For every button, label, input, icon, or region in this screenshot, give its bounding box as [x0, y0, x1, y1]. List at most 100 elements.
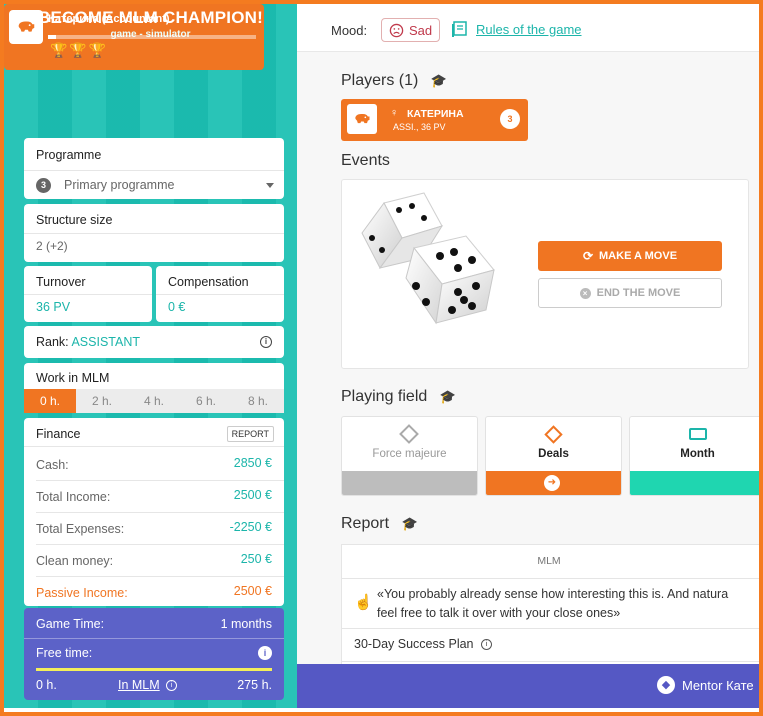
mood-label: Mood: [331, 23, 368, 38]
warning-diamond-icon [399, 424, 419, 444]
rank-value: ASSISTANT [71, 335, 140, 349]
events-panel: ⟳ MAKE A MOVE × END THE MOVE [341, 179, 749, 369]
field-card-label: Force majeure [372, 448, 447, 460]
structure-card: Structure size 2 (+2) [24, 204, 284, 262]
finance-row-total-expenses: Total Expenses: -2250 € [36, 520, 272, 538]
finance-row-cash: Cash: 2850 € [36, 456, 272, 474]
sad-face-icon [389, 23, 404, 37]
graduation-cap-icon: 🎓 [401, 516, 418, 531]
field-card-deals[interactable]: Deals ➜ [485, 416, 622, 496]
events-title: Events [341, 152, 390, 169]
rank-card: Rank: ASSISTANT i [24, 326, 284, 358]
field-card-label: Deals [538, 448, 569, 460]
mood-value: Sad [409, 22, 433, 38]
player-chip-badge: 3 [500, 109, 520, 129]
compensation-label: Compensation [168, 275, 249, 289]
dice-icon [361, 192, 495, 325]
finance-row-value: 2850 € [233, 456, 272, 470]
field-card-force-majeure[interactable]: Force majeure [341, 416, 478, 496]
player-progress [48, 35, 256, 39]
free-time-right: 275 h. [237, 678, 272, 692]
info-icon[interactable]: i [260, 336, 272, 348]
players-title: Players (1) 🎓 [341, 72, 447, 90]
report-panel: MLM ☝ «You probably already sense how in… [341, 544, 759, 664]
finance-row-label: Clean money: [36, 554, 114, 568]
players-title-text: Players (1) [341, 72, 419, 89]
time-panel: Game Time: 1 months Free time: i 0 h. In… [24, 608, 284, 700]
in-mlm-link[interactable]: In MLM i [118, 678, 178, 692]
turnover-label: Turnover [36, 275, 86, 289]
success-plan-row[interactable]: 30-Day Success Plan i [354, 637, 492, 651]
programme-card: Programme 3 Primary programme [24, 138, 284, 199]
work-card: Work in MLM 0 h. 2 h. 4 h. 6 h. 8 h. [24, 363, 284, 413]
work-hours-selector: 0 h. 2 h. 4 h. 6 h. 8 h. [24, 389, 284, 413]
playing-field-title: Playing field 🎓 [341, 388, 456, 406]
compensation-value: 0 € [168, 300, 186, 314]
mood-badge[interactable]: Sad [381, 18, 441, 42]
work-option-2[interactable]: 2 h. [76, 389, 128, 413]
make-move-label: MAKE A MOVE [599, 250, 678, 262]
finance-row-label: Total Income: [36, 490, 111, 504]
end-move-button[interactable]: × END THE MOVE [538, 278, 722, 308]
free-time-bar [36, 668, 272, 671]
chevron-down-icon [266, 183, 274, 188]
report-button[interactable]: REPORT [226, 426, 274, 442]
bottom-bar: ◆ Mentor Кате [297, 664, 759, 708]
programme-value: Primary programme [64, 178, 175, 192]
person-icon: ♀ [390, 107, 399, 119]
field-card-month[interactable]: Month [629, 416, 759, 496]
player-chip-name: КАТЕРИНА [407, 108, 464, 120]
mentor-button[interactable]: ◆ Mentor Кате [657, 676, 754, 694]
programme-select[interactable]: 3 Primary programme [36, 177, 276, 195]
rules-link[interactable]: Rules of the game [451, 20, 582, 38]
finance-label: Finance [36, 427, 81, 441]
money-icon [689, 428, 707, 440]
game-time-label: Game Time: [36, 617, 105, 631]
top-bar: Mood: Sad Rules of the game [297, 4, 759, 52]
success-plan-label: 30-Day Success Plan [354, 637, 474, 651]
info-icon: i [481, 639, 492, 651]
rank-label: Rank: [36, 335, 69, 349]
finance-row-label: Total Expenses: [36, 522, 125, 536]
programme-label: Programme [36, 148, 102, 162]
work-option-6[interactable]: 6 h. [180, 389, 232, 413]
rules-link-label: Rules of the game [476, 21, 582, 37]
graduation-cap-icon: 🎓 [439, 389, 456, 404]
report-quote: «You probably already sense how interest… [377, 585, 728, 623]
turnover-value: 36 PV [36, 300, 71, 314]
free-time-left: 0 h. [36, 678, 57, 692]
diamond-icon: ◆ [657, 676, 675, 694]
finance-card: Finance REPORT Cash: 2850 € Total Income… [24, 418, 284, 606]
mentor-label: Mentor Кате [682, 677, 754, 693]
field-card-label: Month [680, 448, 715, 460]
finance-row-value: 2500 € [233, 584, 272, 598]
end-move-label: END THE MOVE [596, 287, 681, 299]
turnover-card: Turnover 36 PV [24, 266, 152, 322]
work-option-0[interactable]: 0 h. [24, 389, 76, 413]
book-icon [452, 21, 467, 37]
report-quote-line2: feel free to talk it over with your clos… [377, 606, 621, 620]
playing-field-title-text: Playing field [341, 388, 428, 405]
info-icon[interactable]: i [258, 646, 272, 660]
hand-pointer-icon: ☝ [354, 594, 373, 611]
trophy-icons: 🏆🏆🏆 [50, 42, 109, 58]
finance-row-passive-income: Passive Income: 2500 € [36, 584, 272, 602]
close-circle-icon: × [579, 287, 591, 299]
work-option-8[interactable]: 8 h. [232, 389, 284, 413]
player-chip-sub: ASSI., 36 PV [393, 122, 446, 132]
player-chip[interactable]: ♀ КАТЕРИНА ASSI., 36 PV 3 [341, 99, 528, 141]
work-option-4[interactable]: 4 h. [128, 389, 180, 413]
work-label: Work in MLM [36, 371, 110, 385]
finance-row-clean-money: Clean money: 250 € [36, 552, 272, 570]
report-column-header: MLM [537, 555, 561, 567]
finance-row-value: 2500 € [233, 488, 272, 502]
in-mlm-label: In MLM [118, 678, 160, 692]
info-icon: i [166, 680, 178, 692]
finance-row-label: Passive Income: [36, 586, 128, 600]
game-time-value: 1 months [220, 617, 272, 631]
structure-label: Structure size [36, 213, 113, 227]
player-name: Катерина (Accountant) [48, 13, 170, 25]
free-time-label: Free time: [36, 646, 93, 660]
report-quote-line1: «You probably already sense how interest… [377, 587, 729, 601]
make-move-button[interactable]: ⟳ MAKE A MOVE [538, 241, 722, 271]
